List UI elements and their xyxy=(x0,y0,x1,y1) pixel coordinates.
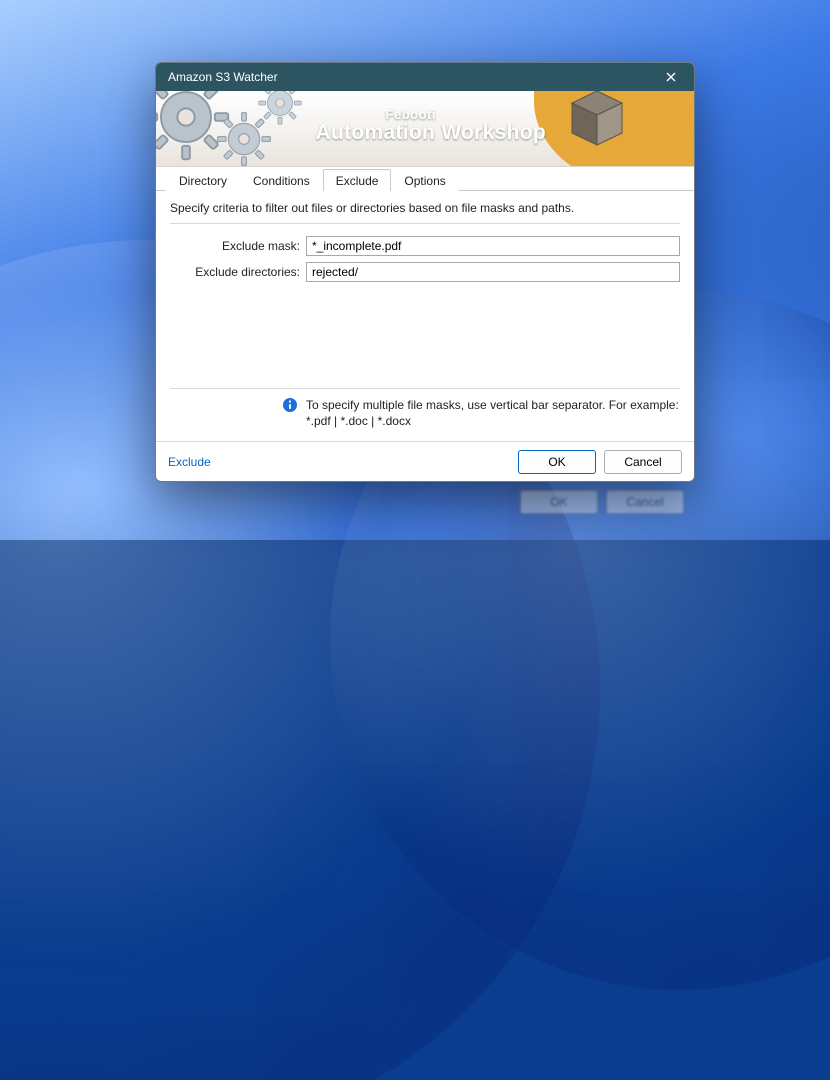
hint-line-1: To specify multiple file masks, use vert… xyxy=(306,397,679,413)
exclude-mask-label: Exclude mask: xyxy=(170,239,300,253)
window-title: Amazon S3 Watcher xyxy=(168,70,654,84)
background-dialog-footer: OK Cancel xyxy=(520,490,684,514)
tab-directory[interactable]: Directory xyxy=(166,169,240,191)
ghost-ok-button: OK xyxy=(520,490,598,514)
exclude-dirs-label: Exclude directories: xyxy=(170,265,300,279)
cube-icon xyxy=(562,91,632,158)
tab-conditions[interactable]: Conditions xyxy=(240,169,323,191)
cancel-button[interactable]: Cancel xyxy=(604,450,682,474)
exclude-dirs-row: Exclude directories: xyxy=(170,262,680,282)
close-button[interactable] xyxy=(654,66,688,88)
gear-icon xyxy=(256,91,304,127)
help-link[interactable]: Exclude xyxy=(168,455,211,469)
ghost-cancel-button: Cancel xyxy=(606,490,684,514)
hint-line-2: *.pdf | *.doc | *.docx xyxy=(306,413,679,429)
exclude-dirs-input[interactable] xyxy=(306,262,680,282)
titlebar[interactable]: Amazon S3 Watcher xyxy=(156,63,694,91)
close-icon xyxy=(666,72,676,82)
hint: To specify multiple file masks, use vert… xyxy=(170,388,680,435)
dialog-window: Amazon S3 Watcher Febooti Automation Wor… xyxy=(155,62,695,482)
ok-button[interactable]: OK xyxy=(518,450,596,474)
tab-content: Specify criteria to filter out files or … xyxy=(156,191,694,441)
instruction-text: Specify criteria to filter out files or … xyxy=(170,201,680,224)
banner: Febooti Automation Workshop xyxy=(156,91,694,167)
exclude-mask-input[interactable] xyxy=(306,236,680,256)
hint-text: To specify multiple file masks, use vert… xyxy=(306,397,679,429)
brand-small: Febooti xyxy=(386,107,546,122)
brand-big: Automation Workshop xyxy=(316,122,546,144)
spacer xyxy=(170,288,680,388)
exclude-mask-row: Exclude mask: xyxy=(170,236,680,256)
tab-options[interactable]: Options xyxy=(391,169,458,191)
dialog-footer: Exclude OK Cancel xyxy=(156,441,694,481)
branding: Febooti Automation Workshop xyxy=(316,107,546,144)
tab-strip: Directory Conditions Exclude Options xyxy=(156,167,694,191)
tab-exclude[interactable]: Exclude xyxy=(323,169,392,191)
info-icon xyxy=(282,397,298,413)
